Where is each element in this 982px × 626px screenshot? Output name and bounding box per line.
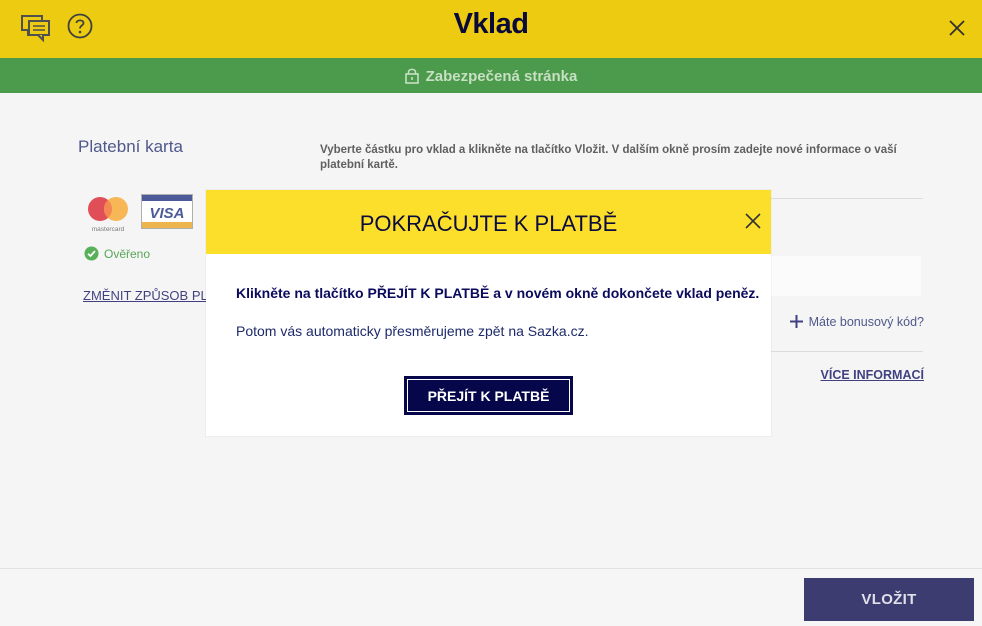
header-bar: Vklad: [0, 0, 982, 58]
lock-icon: [404, 68, 419, 84]
go-to-payment-button[interactable]: PŘEJÍT K PLATBĚ: [404, 376, 573, 415]
modal-title: POKRAČUJTE K PLATBĚ: [359, 211, 618, 236]
modal-instruction-text: Klikněte na tlačítko PŘEJÍT K PLATBĚ a v…: [236, 285, 760, 301]
header-dim-overlay: [0, 0, 982, 58]
modal-redirect-text: Potom vás automaticky přesměrujeme zpět …: [236, 323, 589, 339]
continue-to-payment-modal: POKRAČUJTE K PLATBĚ Klikněte na tlačítko…: [206, 190, 771, 436]
modal-header: POKRAČUJTE K PLATBĚ: [206, 190, 771, 254]
modal-close-icon[interactable]: [745, 213, 761, 229]
secure-page-bar: Zabezpečená stránka: [0, 58, 982, 93]
secure-page-label: Zabezpečená stránka: [425, 68, 578, 85]
